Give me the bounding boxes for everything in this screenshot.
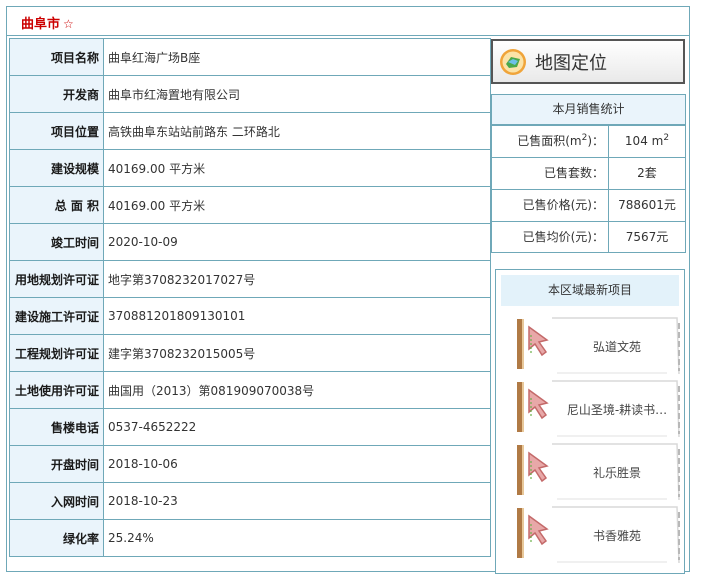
recent-projects-panel: 本区域最新项目 弘道文苑 尼山圣境-耕读书… 礼乐胜景 书香雅苑 — [495, 269, 685, 574]
avg-price-label: 已售均价(元)： — [492, 222, 609, 253]
table-row: 入网时间 2018-10-23 — [9, 482, 491, 520]
sold-units-value: 2套 — [637, 166, 657, 180]
map-location-button[interactable]: 地图定位 — [491, 39, 685, 84]
table-row: 项目位置 高铁曲阜东站站前路东 二环路北 — [9, 112, 491, 150]
row-value: 建字第3708232015005号 — [103, 334, 491, 372]
table-row: 总 面 积 40169.00 平方米 — [9, 186, 491, 224]
sold-price-row: 已售价格(元)： 788601元 — [492, 189, 685, 221]
table-row: 土地使用许可证 曲国用（2013）第081909070038号 — [9, 371, 491, 409]
row-value: 2018-10-06 — [103, 445, 491, 483]
row-label: 总 面 积 — [9, 186, 104, 224]
table-row: 售楼电话 0537-4652222 — [9, 408, 491, 446]
project-details-table: 项目名称 曲阜红海广场B座 开发商 曲阜市红海置地有限公司 项目位置 高铁曲阜东站站前… — [9, 38, 491, 557]
row-value: 40169.00 平方米 — [103, 149, 491, 187]
map-globe-icon — [500, 48, 526, 75]
sold-area-label: 已售面积(m2)： — [492, 126, 609, 157]
table-row: 竣工时间 2020-10-09 — [9, 223, 491, 261]
row-value: 曲国用（2013）第081909070038号 — [103, 371, 491, 409]
project-name[interactable]: 书香雅苑 — [557, 504, 677, 566]
list-item[interactable]: 书香雅苑 — [517, 504, 683, 566]
row-value: 地字第3708232017027号 — [103, 260, 491, 298]
table-row: 工程规划许可证 建字第3708232015005号 — [9, 334, 491, 372]
city-name: 曲阜市 ☆ — [21, 17, 74, 32]
project-name[interactable]: 尼山圣境-耕读书… — [557, 378, 677, 440]
sold-price-value: 788601元 — [618, 198, 676, 212]
row-value: 25.24% — [103, 519, 491, 557]
row-value: 0537-4652222 — [103, 408, 491, 446]
sold-price-label: 已售价格(元)： — [492, 190, 609, 221]
list-item[interactable]: 礼乐胜景 — [517, 441, 683, 503]
row-label: 建设施工许可证 — [9, 297, 104, 335]
row-value: 40169.00 平方米 — [103, 186, 491, 224]
row-value: 曲阜市红海置地有限公司 — [103, 75, 491, 113]
project-panel: 曲阜市 ☆ 项目名称 曲阜红海广场B座 开发商 曲阜市红海置地有限公司 项目位置 高铁曲… — [6, 6, 690, 574]
star-icon[interactable]: ☆ — [63, 17, 74, 31]
row-label: 竣工时间 — [9, 223, 104, 261]
row-label: 售楼电话 — [9, 408, 104, 446]
table-row: 建设规模 40169.00 平方米 — [9, 149, 491, 187]
sold-area-row: 已售面积(m2)： 104 m2 — [492, 125, 685, 157]
sales-title: 本月销售统计 — [492, 95, 685, 125]
city-title-bar: 曲阜市 ☆ — [7, 7, 689, 36]
project-name[interactable]: 弘道文苑 — [557, 315, 677, 377]
map-button-label: 地图定位 — [535, 52, 607, 74]
row-label: 土地使用许可证 — [9, 371, 104, 409]
table-row: 开发商 曲阜市红海置地有限公司 — [9, 75, 491, 113]
row-label: 用地规划许可证 — [9, 260, 104, 298]
row-label: 开发商 — [9, 75, 104, 113]
row-label: 项目名称 — [9, 38, 104, 76]
avg-price-value: 7567元 — [625, 230, 669, 244]
row-label: 开盘时间 — [9, 445, 104, 483]
sold-units-label: 已售套数： — [492, 158, 609, 189]
row-label: 入网时间 — [9, 482, 104, 520]
table-row: 开盘时间 2018-10-06 — [9, 445, 491, 483]
row-value: 高铁曲阜东站站前路东 二环路北 — [103, 112, 491, 150]
list-item[interactable]: 尼山圣境-耕读书… — [517, 378, 683, 440]
row-label: 建设规模 — [9, 149, 104, 187]
row-value: 2018-10-23 — [103, 482, 491, 520]
list-item[interactable]: 弘道文苑 — [517, 315, 683, 377]
row-label: 项目位置 — [9, 112, 104, 150]
row-label: 工程规划许可证 — [9, 334, 104, 372]
monthly-sales-panel: 本月销售统计 已售面积(m2)： 104 m2 已售套数： 2套 已售价格(元)… — [491, 94, 686, 253]
recent-projects-title: 本区域最新项目 — [501, 275, 679, 306]
table-row: 绿化率 25.24% — [9, 519, 491, 557]
row-value: 2020-10-09 — [103, 223, 491, 261]
row-value: 曲阜红海广场B座 — [103, 38, 491, 76]
table-row: 用地规划许可证 地字第3708232017027号 — [9, 260, 491, 298]
sold-area-value: 104 m2 — [624, 133, 670, 149]
project-name[interactable]: 礼乐胜景 — [557, 441, 677, 503]
table-row: 建设施工许可证 370881201809130101 — [9, 297, 491, 335]
avg-price-row: 已售均价(元)： 7567元 — [492, 221, 685, 253]
row-value: 370881201809130101 — [103, 297, 491, 335]
table-row: 项目名称 曲阜红海广场B座 — [9, 38, 491, 76]
row-label: 绿化率 — [9, 519, 104, 557]
sold-units-row: 已售套数： 2套 — [492, 157, 685, 189]
